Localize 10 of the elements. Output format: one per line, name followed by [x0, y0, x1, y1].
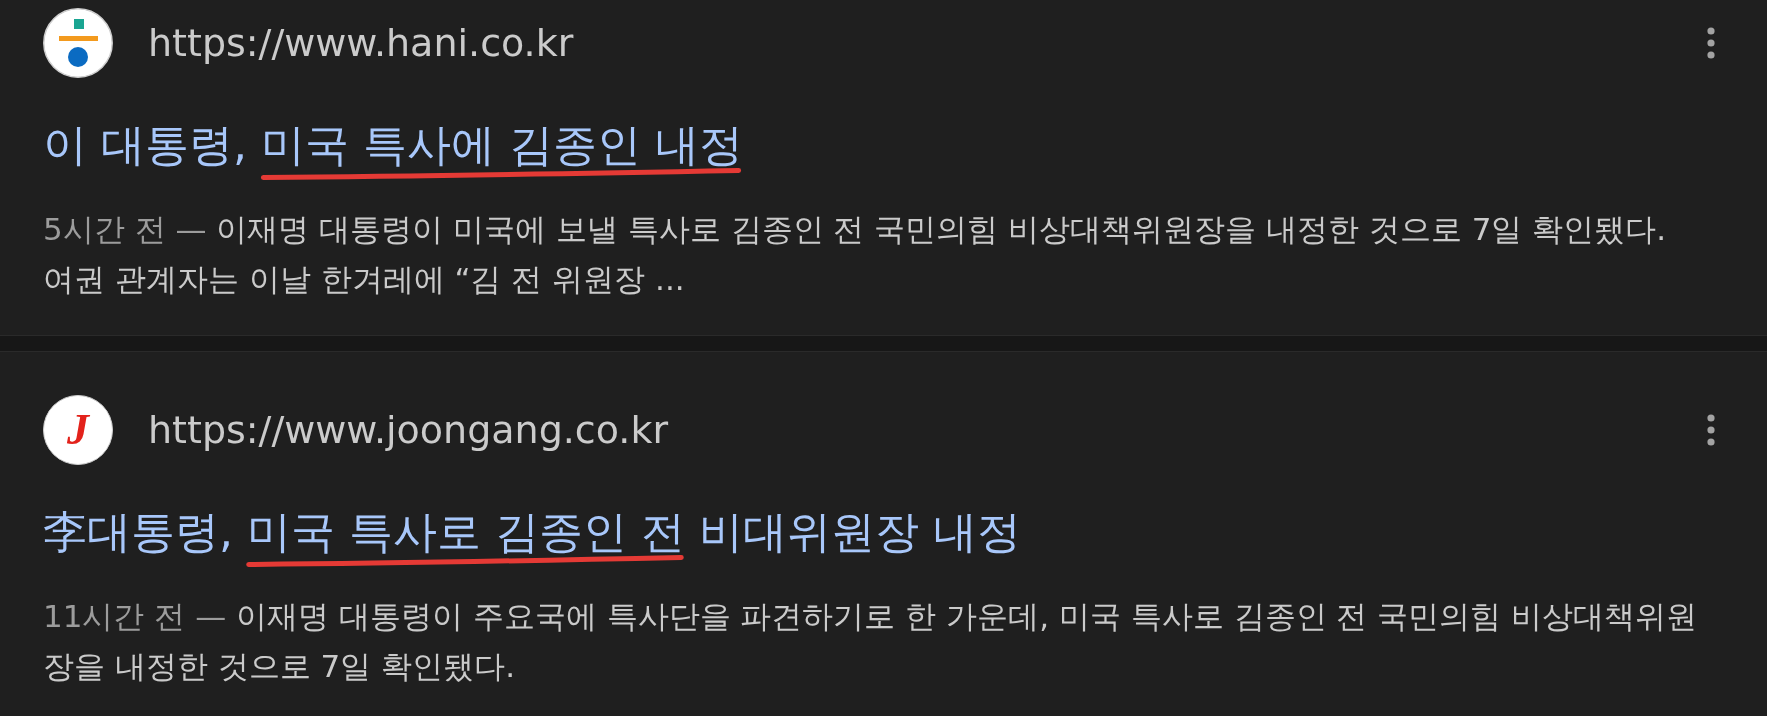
- site-url[interactable]: https://www.joongang.co.kr: [148, 408, 669, 452]
- result-snippet: 5시간 전 — 이재명 대통령이 미국에 보낼 특사로 김종인 전 국민의힘 비상대책위원장을 내정한 것으로 7일 확인됐다. 여권 관계자는 이날 한겨레에 “김 전 위원장 ...: [43, 210, 1668, 299]
- site-url[interactable]: https://www.hani.co.kr: [148, 21, 574, 65]
- more-icon: [1707, 414, 1715, 446]
- result-title-link[interactable]: 李대통령, 미국 특사로 김종인 전 비대위원장 내정: [43, 502, 1737, 570]
- more-icon: [1707, 27, 1715, 59]
- site-logo-icon: J: [43, 395, 113, 465]
- result-snippet: 11시간 전 — 이재명 대통령이 주요국에 특사단을 파견하기로 한 가운데, 미국 특사로 김종인 전 국민의힘 비상대책위원장을 내정한 것으로 7일 확인됐다.: [43, 597, 1699, 686]
- site-logo-icon: [43, 8, 113, 78]
- result-title-link[interactable]: 이 대통령, 미국 특사에 김종인 내정: [43, 115, 1737, 183]
